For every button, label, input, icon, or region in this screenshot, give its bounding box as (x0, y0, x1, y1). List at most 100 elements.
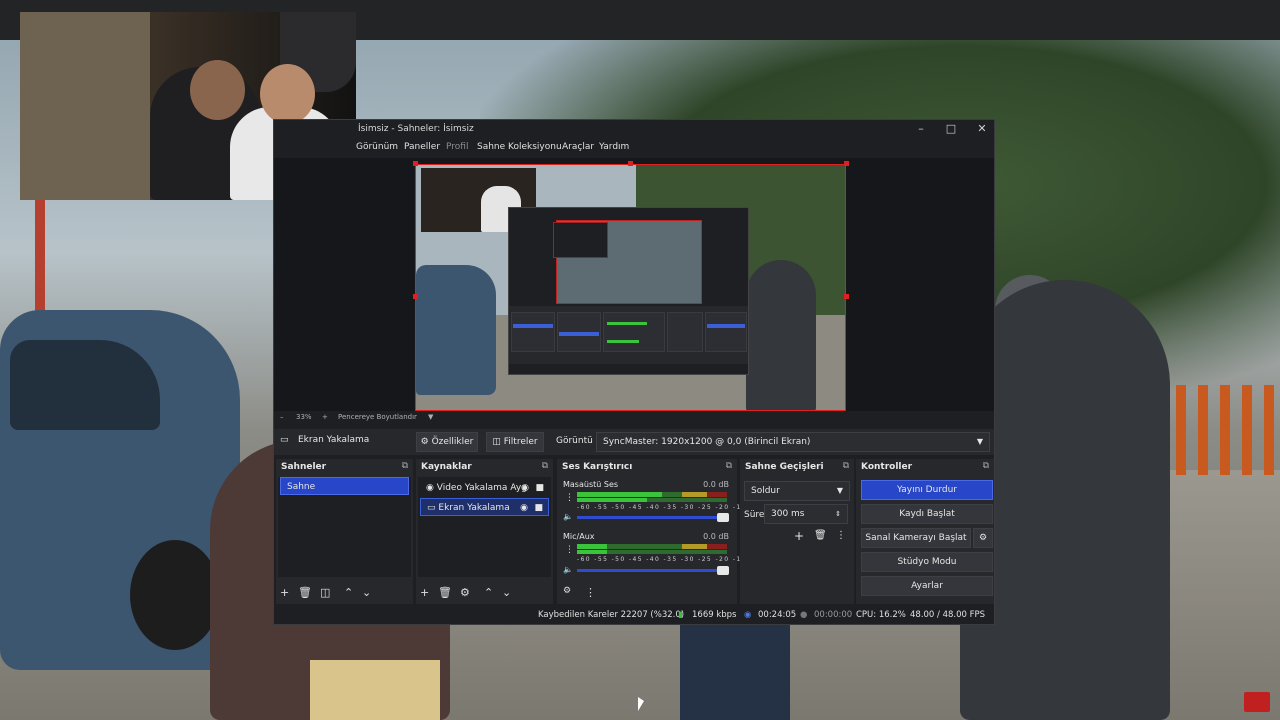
menu-tools[interactable]: Araçlar (562, 142, 594, 152)
resize-handle[interactable] (413, 161, 418, 166)
background-car-window (10, 340, 160, 430)
source-item[interactable]: ◉ Video Yakalama Ayg ◉ ■ (420, 479, 549, 497)
menu-profile[interactable]: Profil (446, 142, 468, 152)
background-car-wheel (130, 540, 220, 650)
menu-help[interactable]: Yardım (599, 142, 629, 152)
studio-mode-button[interactable]: Stüdyo Modu (861, 552, 993, 572)
bitrate: 1669 kbps (692, 610, 737, 620)
filters-button[interactable]: ◫ Filtreler (486, 432, 544, 452)
lock-icon[interactable]: ■ (535, 479, 544, 497)
menu-scene-collection[interactable]: Sahne Koleksiyonu (477, 142, 562, 152)
status-bar: Kaybedilen Kareler 22207 (%32.0) ▮ 1669 … (274, 606, 994, 624)
add-icon[interactable]: + (420, 586, 429, 599)
stepper-icon: ⇕ (835, 510, 841, 518)
trash-icon[interactable]: 🗑 (438, 586, 452, 599)
monitor-icon: ▭ (427, 503, 436, 513)
stop-streaming-button[interactable]: Yayını Durdur (861, 480, 993, 500)
gear-icon[interactable]: ⚙ (563, 586, 571, 596)
zoom-out-icon[interactable]: – (280, 413, 284, 421)
source-toolbar: ▭ Ekran Yakalama ⚙ Özellikler ◫ Filtrele… (274, 429, 994, 455)
cpu-usage: CPU: 16.2% (856, 610, 906, 620)
camera-icon: ◉ (426, 483, 434, 493)
chevron-down-icon[interactable]: ⌄ (502, 586, 511, 599)
display-select[interactable]: SyncMaster: 1920x1200 @ 0,0 (Birincil Ek… (596, 432, 990, 452)
start-recording-button[interactable]: Kaydı Başlat (861, 504, 993, 524)
resize-handle[interactable] (844, 294, 849, 299)
fps: 48.00 / 48.00 FPS (910, 610, 986, 620)
channel-name: Mic/Aux (563, 532, 595, 541)
mixer-title: Ses Karıştırıcı (562, 462, 633, 472)
channel-db: 0.0 dB (703, 532, 729, 541)
gear-icon: ⚙ (420, 437, 429, 447)
menu-view[interactable]: Görünüm (356, 142, 398, 152)
eye-icon[interactable]: ◉ (520, 499, 528, 517)
scene-item[interactable]: Sahne (280, 477, 409, 495)
dropped-frames: Kaybedilen Kareler 22207 (%32.0) (538, 610, 685, 620)
resize-handle[interactable] (628, 161, 633, 166)
zoom-in-icon[interactable]: + (322, 413, 328, 421)
popout-icon[interactable]: ⧉ (402, 461, 408, 471)
volume-slider[interactable] (577, 513, 729, 522)
kebab-icon[interactable]: ⋮ (565, 545, 574, 555)
record-time: 00:00:00 (814, 610, 853, 620)
scenes-dock: Sahneler ⧉ Sahne + 🗑 ◫ ⌃ ⌄ (276, 459, 413, 604)
preview-canvas[interactable] (415, 164, 846, 411)
chevron-up-icon[interactable]: ⌃ (484, 586, 493, 599)
add-icon[interactable]: + (280, 586, 289, 599)
speaker-icon[interactable]: 🔈 (563, 512, 573, 521)
background-person-jeans (680, 620, 790, 720)
background-person-pants (310, 660, 440, 720)
selected-source-name: Ekran Yakalama (298, 435, 370, 445)
virtual-camera-settings-button[interactable]: ⚙ (973, 528, 993, 548)
lock-icon[interactable]: ■ (534, 499, 543, 517)
transitions-title: Sahne Geçişleri (745, 462, 824, 472)
resize-handle[interactable] (844, 161, 849, 166)
add-icon[interactable]: + (794, 529, 804, 543)
kebab-icon[interactable]: ⋮ (585, 586, 596, 599)
eye-icon[interactable]: ◉ (521, 479, 529, 497)
resize-handle[interactable] (413, 294, 418, 299)
volume-slider[interactable] (577, 566, 729, 575)
kebab-icon[interactable]: ⋮ (836, 530, 846, 541)
settings-button[interactable]: Ayarlar (861, 576, 993, 596)
channel-name: Masaüstü Ses (563, 480, 619, 489)
channel-logo (1244, 692, 1270, 712)
gear-icon: ⚙ (978, 533, 988, 543)
start-virtual-camera-button[interactable]: Sanal Kamerayı Başlat (861, 528, 971, 548)
trash-icon[interactable]: 🗑 (298, 586, 312, 599)
maximize-icon[interactable]: □ (944, 122, 958, 136)
popout-icon[interactable]: ⧉ (726, 461, 732, 471)
sources-list: ◉ Video Yakalama Ayg ◉ ■ ▭ Ekran Yakalam… (418, 477, 551, 577)
filter-icon[interactable]: ◫ (320, 586, 330, 599)
properties-button[interactable]: ⚙ Özellikler (416, 432, 478, 452)
popout-icon[interactable]: ⧉ (542, 461, 548, 471)
kebab-icon[interactable]: ⋮ (565, 493, 574, 503)
filter-icon: ◫ (492, 437, 501, 447)
menu-bar: Görünüm Paneller Profil Sahne Koleksiyon… (274, 140, 994, 156)
zoom-bar: – 33% + Pencereye Boyutlandır ▼ (274, 411, 994, 425)
channel-db: 0.0 dB (703, 480, 729, 489)
transition-select[interactable]: Soldur ▼ (744, 481, 850, 501)
chevron-down-icon[interactable]: ⌄ (362, 586, 371, 599)
record-icon: ● (800, 610, 808, 620)
minimize-icon[interactable]: – (914, 122, 928, 136)
popout-icon[interactable]: ⧉ (983, 461, 989, 471)
preview-area[interactable] (274, 158, 994, 411)
scenes-title: Sahneler (281, 462, 327, 472)
display-label: Görüntü (556, 436, 593, 446)
fit-to-window[interactable]: Pencereye Boyutlandır (338, 413, 417, 421)
speaker-icon[interactable]: 🔈 (563, 565, 573, 574)
trash-icon[interactable]: 🗑 (814, 530, 827, 541)
title-bar: İsimsiz - Sahneler: İsimsiz – □ ✕ (274, 120, 994, 138)
popout-icon[interactable]: ⧉ (843, 461, 849, 471)
monitor-icon: ▭ (280, 435, 289, 445)
chevron-up-icon[interactable]: ⌃ (344, 586, 353, 599)
gear-icon[interactable]: ⚙ (460, 586, 470, 599)
chevron-down-icon[interactable]: ▼ (428, 413, 433, 421)
close-icon[interactable]: ✕ (975, 122, 989, 136)
source-item[interactable]: ▭ Ekran Yakalama ◉ ■ (420, 498, 549, 516)
menu-docks[interactable]: Paneller (404, 142, 440, 152)
zoom-percent: 33% (296, 413, 312, 421)
duration-input[interactable]: 300 ms ⇕ (764, 504, 848, 524)
audio-meter (577, 544, 727, 554)
